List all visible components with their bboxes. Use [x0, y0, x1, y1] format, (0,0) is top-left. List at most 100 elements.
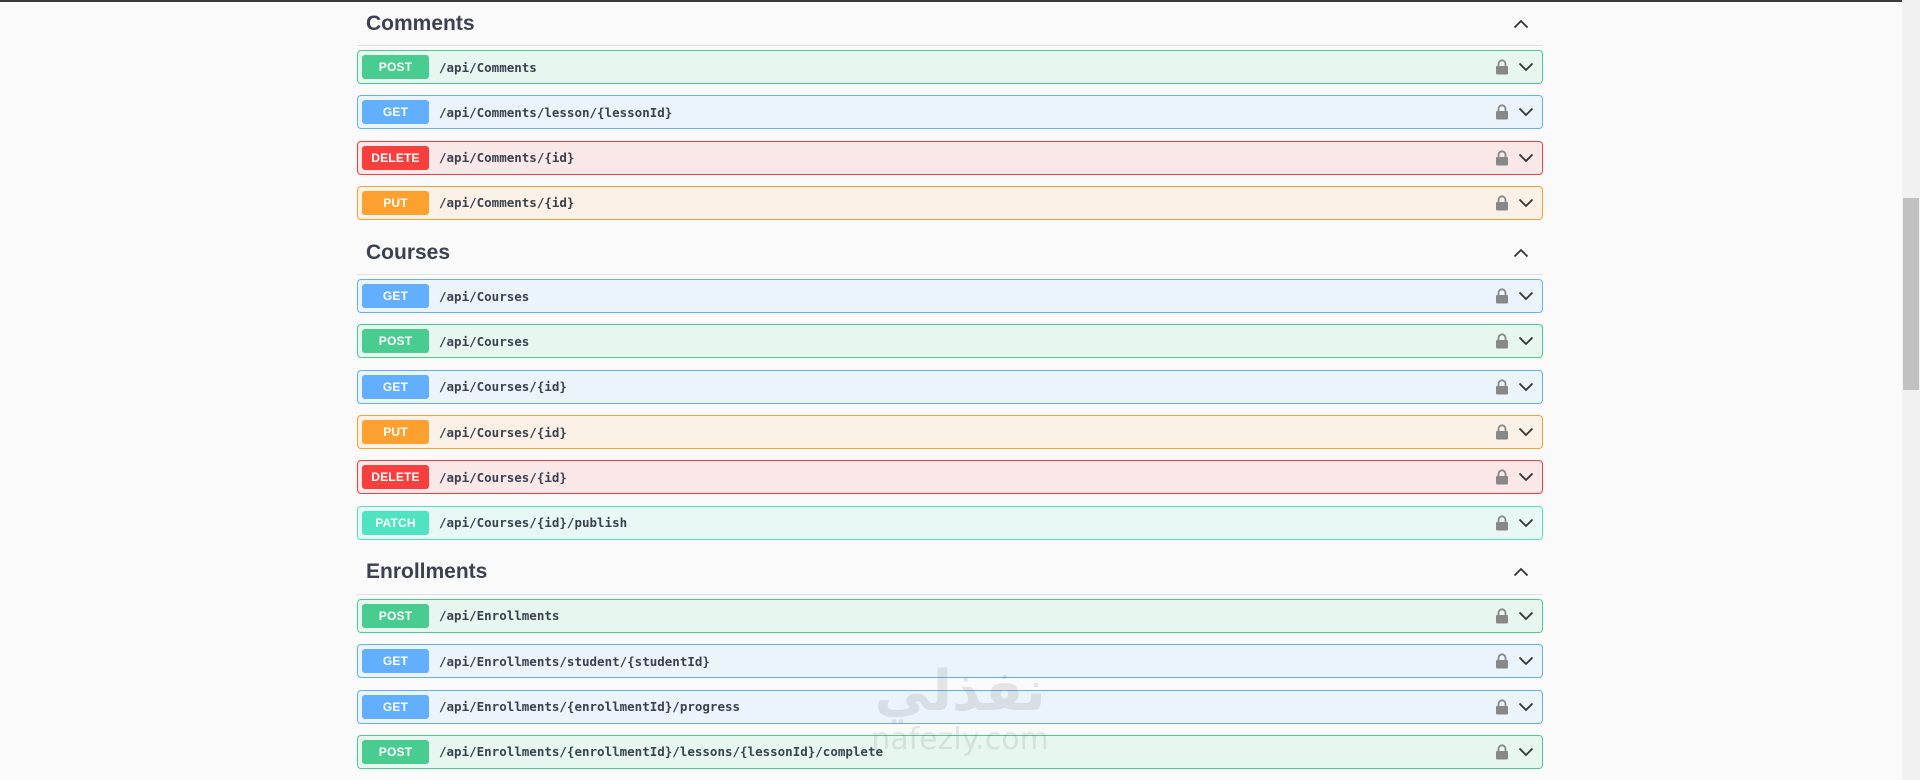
method-badge: GET [362, 694, 429, 719]
scrollbar-thumb[interactable] [1903, 198, 1919, 390]
lock-icon[interactable] [1494, 332, 1510, 350]
operation-icons [1494, 742, 1536, 762]
lock-icon[interactable] [1494, 698, 1510, 716]
method-badge: GET [362, 284, 429, 309]
operation-row-patch[interactable]: PATCH/api/Courses/{id}/publish [357, 505, 1543, 540]
chevron-down-icon[interactable] [1516, 606, 1536, 626]
chevron-down-icon[interactable] [1516, 467, 1536, 487]
operation-icons [1494, 606, 1536, 626]
operations-container: Comments POST/api/Comments GET/api/Comment… [357, 0, 1543, 780]
method-badge: DELETE [362, 465, 429, 490]
chevron-up-icon[interactable] [1509, 12, 1533, 36]
lock-icon[interactable] [1494, 378, 1510, 396]
chevron-down-icon[interactable] [1516, 286, 1536, 306]
lock-icon[interactable] [1494, 468, 1510, 486]
operation-path: /api/Comments/lesson/{lessonId} [439, 104, 673, 120]
operation-icons [1494, 331, 1536, 351]
chevron-down-icon[interactable] [1516, 148, 1536, 168]
operation-icons [1494, 57, 1536, 77]
operation-row-post[interactable]: POST/api/Enrollments/{enrollmentId}/less… [357, 734, 1543, 769]
tag-title: Courses [366, 240, 451, 264]
operation-path: /api/Enrollments [439, 608, 560, 624]
operation-icons [1494, 286, 1536, 306]
method-badge: POST [362, 329, 429, 354]
operation-icons [1494, 467, 1536, 487]
operation-row-get[interactable]: GET/api/Enrollments/{enrollmentId}/progr… [357, 689, 1543, 724]
chevron-down-icon[interactable] [1516, 742, 1536, 762]
lock-icon[interactable] [1494, 607, 1510, 625]
chevron-down-icon[interactable] [1516, 102, 1536, 122]
operation-path: /api/Comments/{id} [439, 150, 575, 166]
lock-icon[interactable] [1494, 514, 1510, 532]
tag-header[interactable]: Enrollments [357, 551, 1543, 595]
operation-path: /api/Courses/{id} [439, 424, 567, 440]
lock-icon[interactable] [1494, 58, 1510, 76]
tag-title: Enrollments [366, 560, 488, 584]
operation-path: /api/Courses/{id} [439, 379, 567, 395]
operation-row-get[interactable]: GET/api/Comments/lesson/{lessonId} [357, 95, 1543, 130]
method-badge: POST [362, 603, 429, 628]
operation-row-post[interactable]: POST/api/Enrollments [357, 598, 1543, 633]
chevron-down-icon[interactable] [1516, 651, 1536, 671]
method-badge: GET [362, 100, 429, 125]
operation-icons [1494, 422, 1536, 442]
chevron-down-icon[interactable] [1516, 513, 1536, 533]
operation-row-get[interactable]: GET/api/Courses [357, 279, 1543, 314]
method-badge: PUT [362, 420, 429, 445]
lock-icon[interactable] [1494, 103, 1510, 121]
chevron-down-icon[interactable] [1516, 331, 1536, 351]
operation-row-put[interactable]: PUT/api/Comments/{id} [357, 185, 1543, 220]
method-badge: POST [362, 739, 429, 764]
tag-header[interactable]: Comments [357, 2, 1543, 46]
tag-section-courses: Courses GET/api/Courses POST/api/Courses GE… [357, 231, 1543, 540]
method-badge: PATCH [362, 510, 429, 535]
operation-path: /api/Enrollments/{enrollmentId}/lessons/… [439, 744, 884, 760]
chevron-up-icon[interactable] [1509, 241, 1533, 265]
operation-icons [1494, 377, 1536, 397]
lock-icon[interactable] [1494, 652, 1510, 670]
chevron-down-icon[interactable] [1516, 193, 1536, 213]
chevron-down-icon[interactable] [1516, 422, 1536, 442]
chevron-down-icon[interactable] [1516, 377, 1536, 397]
operation-row-get[interactable]: GET/api/Enrollments/student/{studentId} [357, 644, 1543, 679]
operation-row-get[interactable]: GET/api/Courses/{id} [357, 369, 1543, 404]
tag-section-comments: Comments POST/api/Comments GET/api/Comment… [357, 2, 1543, 220]
lock-icon[interactable] [1494, 194, 1510, 212]
operation-row-put[interactable]: PUT/api/Courses/{id} [357, 415, 1543, 450]
operation-path: /api/Comments/{id} [439, 195, 575, 211]
operation-icons [1494, 193, 1536, 213]
operation-row-post[interactable]: POST/api/Comments [357, 50, 1543, 84]
operation-row-delete[interactable]: DELETE/api/Courses/{id} [357, 460, 1543, 495]
operation-path: /api/Courses [439, 288, 530, 304]
method-badge: GET [362, 374, 429, 399]
operation-path: /api/Enrollments/{enrollmentId}/progress [439, 699, 741, 715]
lock-icon[interactable] [1494, 149, 1510, 167]
lock-icon[interactable] [1494, 423, 1510, 441]
chevron-down-icon[interactable] [1516, 697, 1536, 717]
chevron-down-icon[interactable] [1516, 57, 1536, 77]
operation-path: /api/Comments [439, 59, 537, 75]
scrollbar-track[interactable] [1902, 0, 1920, 780]
method-badge: DELETE [362, 145, 429, 170]
swagger-page: Comments POST/api/Comments GET/api/Comment… [0, 0, 1920, 780]
operation-row-delete[interactable]: DELETE/api/Comments/{id} [357, 140, 1543, 175]
operation-icons [1494, 697, 1536, 717]
operation-icons [1494, 513, 1536, 533]
operation-path: /api/Courses/{id}/publish [439, 515, 628, 531]
operation-icons [1494, 102, 1536, 122]
operation-path: /api/Enrollments/student/{studentId} [439, 653, 710, 669]
method-badge: GET [362, 649, 429, 674]
method-badge: PUT [362, 190, 429, 215]
method-badge: POST [362, 55, 429, 79]
tag-section-enrollments: Enrollments POST/api/Enrollments GET/api/E… [357, 551, 1543, 769]
operation-row-post[interactable]: POST/api/Courses [357, 324, 1543, 359]
operation-path: /api/Courses [439, 333, 530, 349]
operation-path: /api/Courses/{id} [439, 469, 567, 485]
lock-icon[interactable] [1494, 287, 1510, 305]
chevron-up-icon[interactable] [1509, 560, 1533, 584]
tag-header[interactable]: Courses [357, 231, 1543, 276]
lock-icon[interactable] [1494, 743, 1510, 761]
operation-icons [1494, 651, 1536, 671]
operation-icons [1494, 148, 1536, 168]
tag-title: Comments [366, 11, 475, 35]
